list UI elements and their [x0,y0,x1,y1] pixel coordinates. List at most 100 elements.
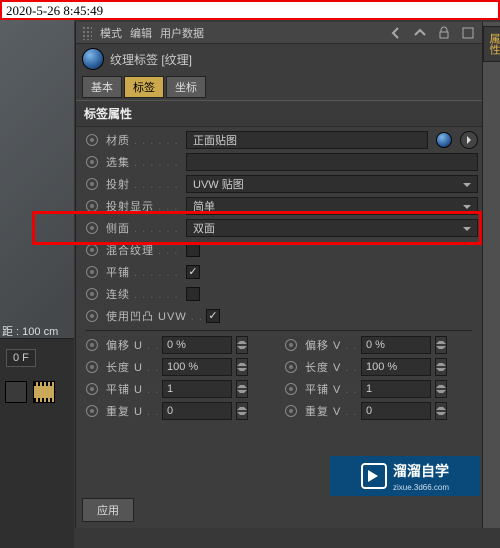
row-mix-texture: 混合纹理 [80,239,478,261]
anim-dot[interactable] [285,383,297,395]
temp-readout: 0 F [6,349,36,367]
dropdown-side[interactable]: 双面 [186,219,478,237]
input-tile-v[interactable]: 1 [361,380,431,398]
input-tile-u[interactable]: 1 [162,380,232,398]
play-icon [361,463,387,489]
tab-basic[interactable]: 基本 [82,76,122,98]
divider [86,330,472,331]
input-length-u[interactable]: 100 % [162,358,232,376]
spinner-offset-v[interactable] [435,336,447,354]
checkbox-tile[interactable] [186,265,200,279]
spinner-repeat-v[interactable] [435,402,447,420]
anim-dot[interactable] [86,200,98,212]
label-offset-v: 偏移 V [305,337,357,353]
anim-dot[interactable] [86,405,98,417]
menu-userdata[interactable]: 用户数据 [160,25,204,41]
label-material: 材质 [106,132,182,148]
spinner-length-v[interactable] [435,358,447,376]
drag-handle-icon[interactable] [82,26,92,40]
label-tile-u: 平铺 U [106,381,158,397]
label-continuous: 连续 [106,286,182,302]
row-material: 材质 正面贴图 [80,129,478,151]
nav-up-icon[interactable] [412,25,428,41]
field-material[interactable]: 正面贴图 [186,131,428,149]
material-thumbs [4,380,64,404]
label-length-u: 长度 U [106,359,158,375]
viewport-strip: 距 : 100 cm 0 F [0,20,74,528]
input-repeat-v[interactable]: 0 [361,402,431,420]
spinner-offset-u[interactable] [236,336,248,354]
new-window-icon[interactable] [460,25,476,41]
input-offset-u[interactable]: 0 % [162,336,232,354]
thumb-empty[interactable] [5,381,27,403]
menu-mode[interactable]: 模式 [100,25,122,41]
spinner-repeat-u[interactable] [236,402,248,420]
attribute-panel: 模式 编辑 用户数据 纹理标签 [纹理] 基本 标签 坐标 标签属性 材质 正面… [75,22,482,528]
properties-list: 材质 正面贴图 选集 投射 UVW 贴图 投射显示 简单 侧面 双面 [76,127,482,424]
thumb-film[interactable] [33,381,55,403]
row-selection: 选集 [80,151,478,173]
spinner-tile-v[interactable] [435,380,447,398]
anim-dot[interactable] [285,405,297,417]
uv-grid: 偏移 U 0 % 偏移 V 0 % 长度 U 100 % 长度 V [80,334,478,422]
material-globe-icon [82,48,104,70]
anim-dot[interactable] [86,134,98,146]
field-selection[interactable] [186,153,478,171]
tag-title: 纹理标签 [纹理] [110,51,192,68]
anim-dot[interactable] [86,383,98,395]
spinner-length-u[interactable] [236,358,248,376]
label-proj-display: 投射显示 [106,198,182,214]
label-projection: 投射 [106,176,182,192]
label-offset-u: 偏移 U [106,337,158,353]
label-mix-texture: 混合纹理 [106,242,182,258]
right-tab-attributes[interactable]: 属性 [483,26,500,62]
anim-dot[interactable] [285,361,297,373]
material-picker-arrow-icon[interactable] [460,131,478,149]
tab-tag[interactable]: 标签 [124,76,164,98]
input-length-v[interactable]: 100 % [361,358,431,376]
row-projection: 投射 UVW 贴图 [80,173,478,195]
anim-dot[interactable] [86,178,98,190]
anim-dot[interactable] [86,156,98,168]
material-preview-icon[interactable] [436,132,452,148]
nav-back-icon[interactable] [388,25,404,41]
row-use-bump-uvw: 使用凹凸 UVW [80,305,478,327]
anim-dot[interactable] [86,288,98,300]
anim-dot[interactable] [86,310,98,322]
anim-dot[interactable] [285,339,297,351]
watermark: 溜溜自学 zixue.3d66.com [330,456,480,496]
row-continuous: 连续 [80,283,478,305]
anim-dot[interactable] [86,361,98,373]
anim-dot[interactable] [86,266,98,278]
input-repeat-u[interactable]: 0 [162,402,232,420]
checkbox-mix-texture[interactable] [186,243,200,257]
checkbox-continuous[interactable] [186,287,200,301]
label-tile: 平铺 [106,264,182,280]
label-side: 侧面 [106,220,182,236]
row-proj-display: 投射显示 简单 [80,195,478,217]
watermark-url: zixue.3d66.com [393,483,449,492]
panel-menubar: 模式 编辑 用户数据 [76,22,482,44]
apply-button[interactable]: 应用 [82,498,134,522]
anim-dot[interactable] [86,244,98,256]
dropdown-proj-display[interactable]: 简单 [186,197,478,215]
anim-dot[interactable] [86,339,98,351]
tab-coord[interactable]: 坐标 [166,76,206,98]
label-use-bump-uvw: 使用凹凸 UVW [106,308,202,324]
label-repeat-v: 重复 V [305,403,357,419]
section-header: 标签属性 [76,100,482,127]
anim-dot[interactable] [86,222,98,234]
spinner-tile-u[interactable] [236,380,248,398]
dropdown-projection[interactable]: UVW 贴图 [186,175,478,193]
timestamp-bar: 2020-5-26 8:45:49 [0,0,500,20]
label-length-v: 长度 V [305,359,357,375]
label-repeat-u: 重复 U [106,403,158,419]
input-offset-v[interactable]: 0 % [361,336,431,354]
lock-icon[interactable] [436,25,452,41]
menu-edit[interactable]: 编辑 [130,25,152,41]
tab-row: 基本 标签 坐标 [76,74,482,100]
grid-distance-label: 距 : 100 cm [2,323,58,339]
checkbox-use-bump-uvw[interactable] [206,309,220,323]
right-dock: 属性 [482,22,500,528]
label-selection: 选集 [106,154,182,170]
